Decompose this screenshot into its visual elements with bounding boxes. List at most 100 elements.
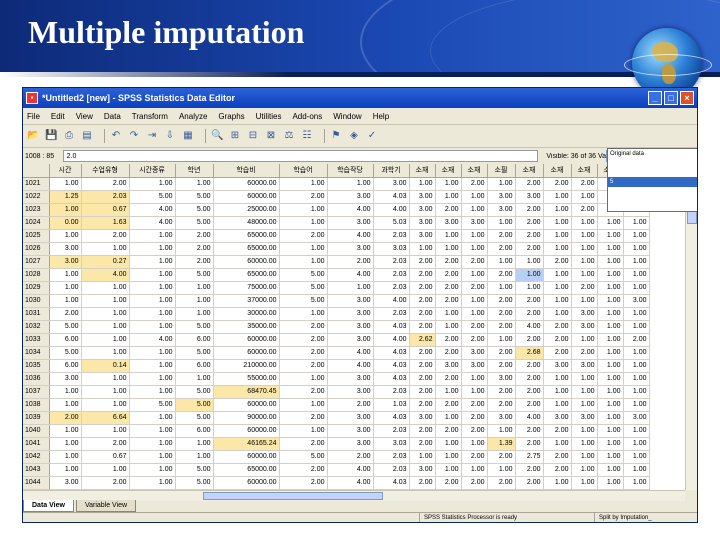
data-cell[interactable]: 4.03 <box>373 320 410 334</box>
data-cell[interactable]: 2.00 <box>409 398 436 412</box>
menu-transform[interactable]: Transform <box>132 112 168 121</box>
menu-edit[interactable]: Edit <box>51 112 65 121</box>
data-cell[interactable]: 3.00 <box>571 307 598 321</box>
data-cell[interactable]: 1.00 <box>279 307 328 321</box>
data-cell[interactable]: 2.00 <box>81 437 130 451</box>
data-cell[interactable]: 2.00 <box>279 359 328 373</box>
data-cell[interactable]: 3.00 <box>409 203 436 217</box>
data-cell[interactable]: 60000.00 <box>213 190 280 204</box>
data-cell[interactable]: 210000.00 <box>213 359 280 373</box>
data-cell[interactable]: 2.00 <box>487 476 516 490</box>
data-cell[interactable]: 1.00 <box>81 463 130 477</box>
data-cell[interactable]: 3.00 <box>49 372 82 386</box>
data-cell[interactable]: 2.00 <box>487 268 516 282</box>
split-file-icon[interactable]: ⊠ <box>265 130 277 142</box>
row-number[interactable]: 1031 <box>23 307 50 321</box>
data-cell[interactable]: 2.00 <box>571 346 598 360</box>
data-cell[interactable]: 1.00 <box>49 398 82 412</box>
data-cell[interactable]: 2.00 <box>279 320 328 334</box>
data-cell[interactable]: 4.00 <box>515 411 544 425</box>
weight-cases-icon[interactable]: ⚖ <box>283 130 295 142</box>
data-cell[interactable]: 1.00 <box>435 242 462 256</box>
data-cell[interactable]: 3.00 <box>327 242 374 256</box>
data-cell[interactable]: 2.00 <box>487 242 516 256</box>
row-number[interactable]: 1035 <box>23 359 50 373</box>
data-cell[interactable]: 2.00 <box>515 372 544 386</box>
data-cell[interactable]: 3.00 <box>49 242 82 256</box>
data-cell[interactable]: 1.00 <box>435 320 462 334</box>
data-cell[interactable]: 1.00 <box>129 229 176 243</box>
data-cell[interactable]: 1.00 <box>623 281 650 295</box>
data-cell[interactable]: 1.00 <box>461 307 488 321</box>
data-cell[interactable]: 68470.45 <box>213 385 280 399</box>
data-cell[interactable]: 1.00 <box>543 294 572 308</box>
undo-icon[interactable]: ↶ <box>110 130 122 142</box>
data-cell[interactable]: 1.00 <box>461 229 488 243</box>
data-cell[interactable]: 1.00 <box>543 281 572 295</box>
data-cell[interactable]: 6.00 <box>175 424 214 438</box>
data-cell[interactable]: 1.00 <box>461 437 488 451</box>
insert-variable-icon[interactable]: ⊟ <box>247 130 259 142</box>
data-cell[interactable]: 2.00 <box>543 346 572 360</box>
data-cell[interactable]: 1.00 <box>175 437 214 451</box>
data-cell[interactable]: 2.00 <box>543 463 572 477</box>
data-cell[interactable]: 1.00 <box>543 437 572 451</box>
data-cell[interactable]: 1.00 <box>571 268 598 282</box>
data-cell[interactable]: 0.00 <box>49 216 82 230</box>
row-number[interactable]: 1030 <box>23 294 50 308</box>
data-cell[interactable]: 1.00 <box>571 398 598 412</box>
row-number[interactable]: 1038 <box>23 398 50 412</box>
value-labels-icon[interactable]: ⚑ <box>330 130 342 142</box>
data-cell[interactable]: 1.00 <box>543 268 572 282</box>
data-cell[interactable]: 1.00 <box>129 450 176 464</box>
data-cell[interactable]: 5.00 <box>279 294 328 308</box>
data-cell[interactable]: 2.00 <box>461 424 488 438</box>
data-cell[interactable]: 2.00 <box>515 333 544 347</box>
menu-help[interactable]: Help <box>373 112 389 121</box>
data-cell[interactable]: 3.00 <box>409 229 436 243</box>
data-cell[interactable]: 2.00 <box>279 476 328 490</box>
data-cell[interactable]: 4.00 <box>327 346 374 360</box>
data-cell[interactable]: 3.00 <box>487 411 516 425</box>
data-cell[interactable]: 3.00 <box>373 177 410 191</box>
data-cell[interactable]: 4.00 <box>327 229 374 243</box>
menu-addons[interactable]: Add-ons <box>292 112 322 121</box>
data-cell[interactable]: 4.03 <box>373 372 410 386</box>
data-cell[interactable]: 1.00 <box>623 307 650 321</box>
data-cell[interactable]: 4.00 <box>373 294 410 308</box>
vertical-scrollbar[interactable] <box>685 164 697 490</box>
data-cell[interactable]: 1.00 <box>571 242 598 256</box>
data-cell[interactable]: 1.00 <box>49 294 82 308</box>
data-cell[interactable]: 1.03 <box>373 398 410 412</box>
data-cell[interactable]: 1.00 <box>543 372 572 386</box>
data-cell[interactable]: 1.00 <box>571 437 598 451</box>
data-cell[interactable]: 2.00 <box>435 268 462 282</box>
data-cell[interactable]: 2.00 <box>461 333 488 347</box>
data-cell[interactable]: 1.00 <box>571 372 598 386</box>
data-cell[interactable]: 2.00 <box>623 333 650 347</box>
row-number[interactable]: 1032 <box>23 320 50 334</box>
data-cell[interactable]: 1.00 <box>129 255 176 269</box>
data-cell[interactable]: 3.00 <box>327 385 374 399</box>
data-cell[interactable]: 1.00 <box>487 216 516 230</box>
data-cell[interactable]: 2.00 <box>461 177 488 191</box>
data-cell[interactable]: 1.00 <box>543 229 572 243</box>
data-cell[interactable]: 1.00 <box>175 372 214 386</box>
data-cell[interactable]: 2.03 <box>373 307 410 321</box>
data-cell[interactable]: 1.00 <box>543 398 572 412</box>
data-cell[interactable]: 1.00 <box>597 294 624 308</box>
data-cell[interactable]: 1.00 <box>515 268 544 282</box>
data-cell[interactable]: 4.03 <box>373 476 410 490</box>
data-cell[interactable]: 1.00 <box>597 333 624 347</box>
data-cell[interactable]: 5.00 <box>175 411 214 425</box>
data-cell[interactable]: 2.00 <box>409 268 436 282</box>
data-cell[interactable]: 1.00 <box>543 307 572 321</box>
row-number[interactable]: 1037 <box>23 385 50 399</box>
column-header[interactable]: 소필 <box>487 164 516 178</box>
row-number[interactable]: 1023 <box>23 203 50 217</box>
data-cell[interactable]: 3.00 <box>327 437 374 451</box>
data-cell[interactable]: 2.00 <box>81 229 130 243</box>
data-cell[interactable]: 3.00 <box>327 372 374 386</box>
column-header[interactable]: 소재 <box>409 164 436 178</box>
data-cell[interactable]: 1.00 <box>571 476 598 490</box>
